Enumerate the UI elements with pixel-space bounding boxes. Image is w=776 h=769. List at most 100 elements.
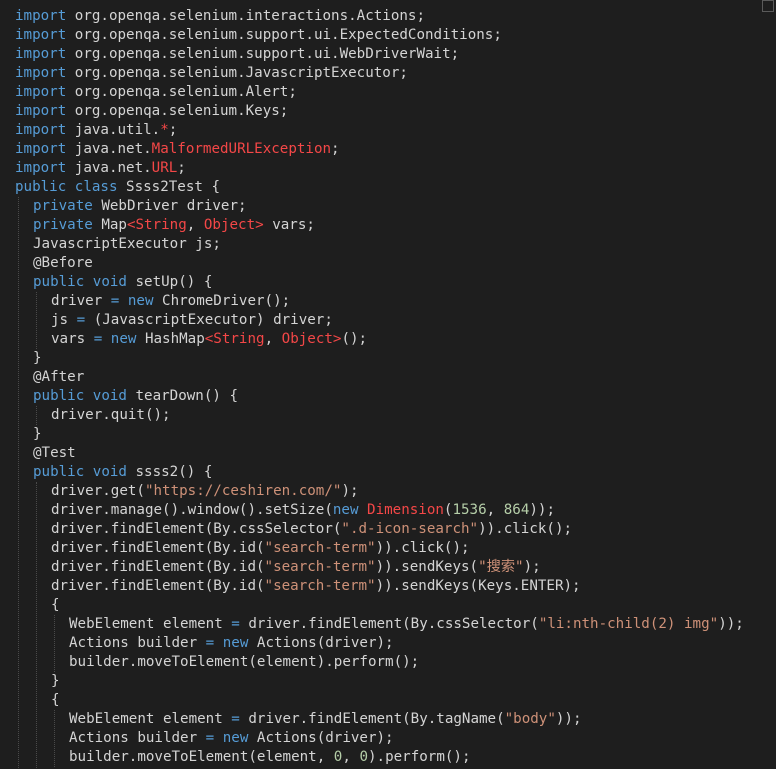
- code-line[interactable]: @Test: [33, 444, 76, 463]
- code-line[interactable]: public void ssss2() {: [33, 463, 212, 482]
- code-line[interactable]: driver.findElement(By.cssSelector(".d-ic…: [51, 520, 572, 539]
- code-line[interactable]: }: [33, 349, 42, 368]
- code-token: = new: [205, 730, 257, 746]
- indent-guide: [54, 710, 55, 767]
- code-line[interactable]: import org.openqa.selenium.Keys;: [15, 102, 288, 121]
- code-token: js: [51, 312, 77, 328]
- code-token: {: [51, 692, 60, 708]
- code-line[interactable]: private WebDriver driver;: [33, 197, 247, 216]
- code-token: "https://ceshiren.com/": [144, 483, 342, 499]
- code-line[interactable]: import org.openqa.selenium.JavascriptExe…: [15, 64, 408, 83]
- code-token: );: [341, 483, 359, 499]
- code-line[interactable]: import java.net.MalformedURLException;: [15, 140, 340, 159]
- code-line[interactable]: WebElement element = driver.findElement(…: [69, 615, 744, 634]
- code-line[interactable]: vars = new HashMap<String, Object>();: [51, 330, 367, 349]
- code-line[interactable]: driver.quit();: [51, 406, 171, 425]
- code-line[interactable]: Actions builder = new Actions(driver);: [69, 634, 394, 653]
- indent-guide: [36, 292, 37, 349]
- code-line[interactable]: import org.openqa.selenium.support.ui.We…: [15, 45, 459, 64]
- code-line[interactable]: import org.openqa.selenium.support.ui.Ex…: [15, 26, 502, 45]
- code-token: ChromeDriver();: [162, 293, 291, 309]
- code-token: =: [231, 616, 249, 632]
- code-token: <String: [204, 331, 265, 347]
- code-token: import: [15, 160, 75, 176]
- code-token: 0: [359, 749, 368, 765]
- code-token: driver.findElement(By.id(: [51, 559, 265, 575]
- code-token: public void: [33, 274, 136, 290]
- code-line[interactable]: @Before: [33, 254, 93, 273]
- code-line[interactable]: driver.get("https://ceshiren.com/");: [51, 482, 359, 501]
- code-token: Map: [101, 217, 127, 233]
- code-token: ,: [264, 331, 282, 347]
- code-token: import: [15, 8, 75, 24]
- code-line[interactable]: driver.findElement(By.id("search-term"))…: [51, 539, 470, 558]
- code-token: vars;: [263, 217, 315, 233]
- code-line[interactable]: builder.moveToElement(element, 0, 0).per…: [69, 748, 470, 767]
- code-token: = new: [110, 293, 163, 309]
- code-token: Actions builder: [69, 730, 206, 746]
- code-line[interactable]: js = (JavascriptExecutor) driver;: [51, 311, 333, 330]
- code-token: Actions(driver);: [256, 635, 394, 651]
- code-token: = new: [205, 635, 257, 651]
- code-line[interactable]: public class Ssss2Test {: [15, 178, 220, 197]
- code-token: HashMap: [144, 331, 205, 347]
- code-editor[interactable]: import org.openqa.selenium.interactions.…: [0, 0, 776, 769]
- code-token: )).click();: [478, 521, 573, 537]
- code-token: }: [51, 673, 60, 689]
- code-token: <String: [126, 217, 187, 233]
- code-token: = new: [93, 331, 145, 347]
- code-token: org.openqa.selenium.support.ui.WebDriver…: [74, 46, 460, 62]
- code-token: (JavascriptExecutor) driver;: [93, 312, 333, 328]
- code-token: driver.findElement(By.id(: [51, 540, 265, 556]
- code-token: @After: [33, 369, 85, 385]
- code-line[interactable]: }: [51, 672, 60, 691]
- code-token: ,: [342, 749, 360, 765]
- code-token: driver.manage().window().setSize(: [51, 502, 333, 518]
- code-token: JavascriptExecutor js;: [33, 236, 221, 252]
- code-token: "search-term": [264, 578, 376, 594]
- code-token: 1536: [452, 502, 487, 518]
- scrollbar-corner[interactable]: [762, 0, 774, 12]
- code-token: import: [15, 122, 75, 138]
- code-token: java.util.: [74, 122, 161, 138]
- code-token: import: [15, 141, 75, 157]
- code-line[interactable]: import java.util.*;: [15, 121, 177, 140]
- code-line[interactable]: builder.moveToElement(element).perform()…: [69, 653, 419, 672]
- code-token: org.openqa.selenium.support.ui.ExpectedC…: [74, 27, 502, 43]
- code-token: java.net.: [74, 160, 152, 176]
- code-token: driver.findElement(By.cssSelector(: [248, 616, 539, 632]
- code-line[interactable]: }: [33, 425, 42, 444]
- code-line[interactable]: import java.net.URL;: [15, 159, 186, 178]
- code-line[interactable]: driver = new ChromeDriver();: [51, 292, 290, 311]
- code-line[interactable]: @After: [33, 368, 84, 387]
- code-line[interactable]: private Map<String, Object> vars;: [33, 216, 315, 235]
- code-line[interactable]: {: [51, 691, 60, 710]
- code-token: Actions(driver);: [256, 730, 394, 746]
- code-line[interactable]: Actions builder = new Actions(driver);: [69, 729, 394, 748]
- code-line[interactable]: public void setUp() {: [33, 273, 212, 292]
- code-token: public void: [33, 388, 136, 404]
- code-line[interactable]: import org.openqa.selenium.Alert;: [15, 83, 297, 102]
- code-token: public class: [15, 179, 127, 195]
- code-line[interactable]: WebElement element = driver.findElement(…: [69, 710, 582, 729]
- code-token: WebDriver driver;: [101, 198, 247, 214]
- code-line[interactable]: JavascriptExecutor js;: [33, 235, 221, 254]
- code-line[interactable]: {: [51, 596, 60, 615]
- code-line[interactable]: public void tearDown() {: [33, 387, 238, 406]
- code-line[interactable]: driver.findElement(By.id("search-term"))…: [51, 558, 541, 577]
- code-token: }: [33, 426, 42, 442]
- code-line[interactable]: driver.manage().window().setSize(new Dim…: [51, 501, 555, 520]
- code-token: builder.moveToElement(element).perform()…: [69, 654, 420, 670]
- code-token: new: [332, 502, 368, 518]
- code-token: =: [76, 312, 94, 328]
- code-line[interactable]: import org.openqa.selenium.interactions.…: [15, 7, 425, 26]
- code-token: "搜索": [478, 559, 524, 575]
- code-token: "search-term": [264, 559, 376, 575]
- code-line[interactable]: driver.findElement(By.id("search-term"))…: [51, 577, 581, 596]
- code-token: ;: [177, 160, 186, 176]
- indent-guide: [18, 197, 19, 769]
- code-token: public void: [33, 464, 136, 480]
- code-token: import: [15, 27, 75, 43]
- code-token: )).sendKeys(: [375, 559, 479, 575]
- code-token: tearDown() {: [135, 388, 239, 404]
